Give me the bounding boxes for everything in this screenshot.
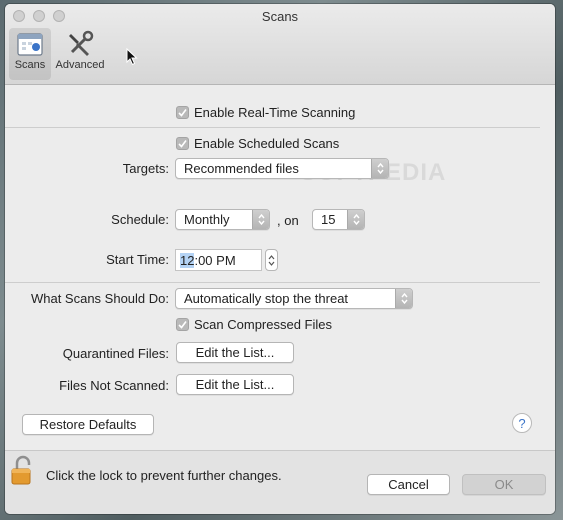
schedule-popup[interactable]: Monthly xyxy=(175,209,270,230)
help-button[interactable]: ? xyxy=(512,413,532,433)
updown-arrows-icon xyxy=(252,210,269,229)
preferences-window: Scans Scans Advanced SOFTPEDIA xyxy=(5,4,555,514)
schedule-day-value: 15 xyxy=(321,212,336,227)
not-scanned-label: Files Not Scanned: xyxy=(59,378,169,393)
checkmark-icon xyxy=(178,321,187,329)
start-time-rest[interactable]: :00 PM xyxy=(194,253,235,268)
footer-bar: Click the lock to prevent further change… xyxy=(5,450,555,514)
what-scans-label: What Scans Should Do: xyxy=(30,291,169,306)
updown-arrows-icon xyxy=(395,289,412,308)
start-time-hour[interactable]: 12 xyxy=(180,252,195,268)
schedule-on-label: , on xyxy=(277,213,299,228)
not-scanned-edit-button[interactable]: Edit the List... xyxy=(176,374,294,395)
targets-value: Recommended files xyxy=(184,161,299,176)
toolbar-tab-scans-label: Scans xyxy=(14,59,46,71)
title-bar: Scans Scans Advanced xyxy=(5,4,555,85)
scans-pane: SOFTPEDIA Enable Real-Time Scanning Enab… xyxy=(5,85,555,450)
scheduled-checkbox-label: Enable Scheduled Scans xyxy=(194,136,340,151)
targets-popup[interactable]: Recommended files xyxy=(175,158,389,179)
realtime-checkbox-label: Enable Real-Time Scanning xyxy=(194,105,356,120)
quarantined-edit-button[interactable]: Edit the List... xyxy=(176,342,294,363)
start-time-field[interactable]: 12:00 PM xyxy=(175,249,262,271)
updown-arrows-icon xyxy=(347,210,364,229)
divider xyxy=(5,127,540,128)
compressed-checkbox-row[interactable]: Scan Compressed Files xyxy=(176,317,332,332)
start-time-label: Start Time: xyxy=(106,252,169,267)
schedule-label: Schedule: xyxy=(111,212,169,227)
toolbar-tab-advanced-label: Advanced xyxy=(55,59,105,71)
updown-arrows-icon xyxy=(371,159,388,178)
checkmark-icon xyxy=(178,109,187,117)
updown-arrows-icon xyxy=(268,254,275,266)
mouse-pointer-icon xyxy=(126,47,138,69)
window-title: Scans xyxy=(261,9,299,24)
realtime-checkbox-row[interactable]: Enable Real-Time Scanning xyxy=(176,105,355,120)
lock-icon[interactable] xyxy=(11,455,33,488)
schedule-value: Monthly xyxy=(184,212,230,227)
realtime-checkbox[interactable] xyxy=(176,106,189,119)
lock-status-text: Click the lock to prevent further change… xyxy=(46,468,282,483)
what-scans-value: Automatically stop the threat xyxy=(184,291,349,306)
ok-button[interactable]: OK xyxy=(462,474,546,495)
scheduled-checkbox-row[interactable]: Enable Scheduled Scans xyxy=(176,136,339,151)
quarantined-label: Quarantined Files: xyxy=(62,346,169,361)
compressed-checkbox[interactable] xyxy=(176,318,189,331)
toolbar-tab-advanced[interactable]: Advanced xyxy=(52,28,108,80)
toolbar-tab-scans[interactable]: Scans xyxy=(9,28,51,80)
what-scans-popup[interactable]: Automatically stop the threat xyxy=(175,288,413,309)
compressed-checkbox-label: Scan Compressed Files xyxy=(194,317,332,332)
targets-label: Targets: xyxy=(122,161,169,176)
checkmark-icon xyxy=(178,140,187,148)
advanced-tools-icon xyxy=(69,30,94,56)
divider xyxy=(5,282,540,283)
cancel-button[interactable]: Cancel xyxy=(367,474,450,495)
scans-calendar-icon xyxy=(17,33,43,56)
start-time-stepper[interactable] xyxy=(265,249,278,271)
scheduled-checkbox[interactable] xyxy=(176,137,189,150)
restore-defaults-button[interactable]: Restore Defaults xyxy=(22,414,154,435)
schedule-day-popup[interactable]: 15 xyxy=(312,209,365,230)
